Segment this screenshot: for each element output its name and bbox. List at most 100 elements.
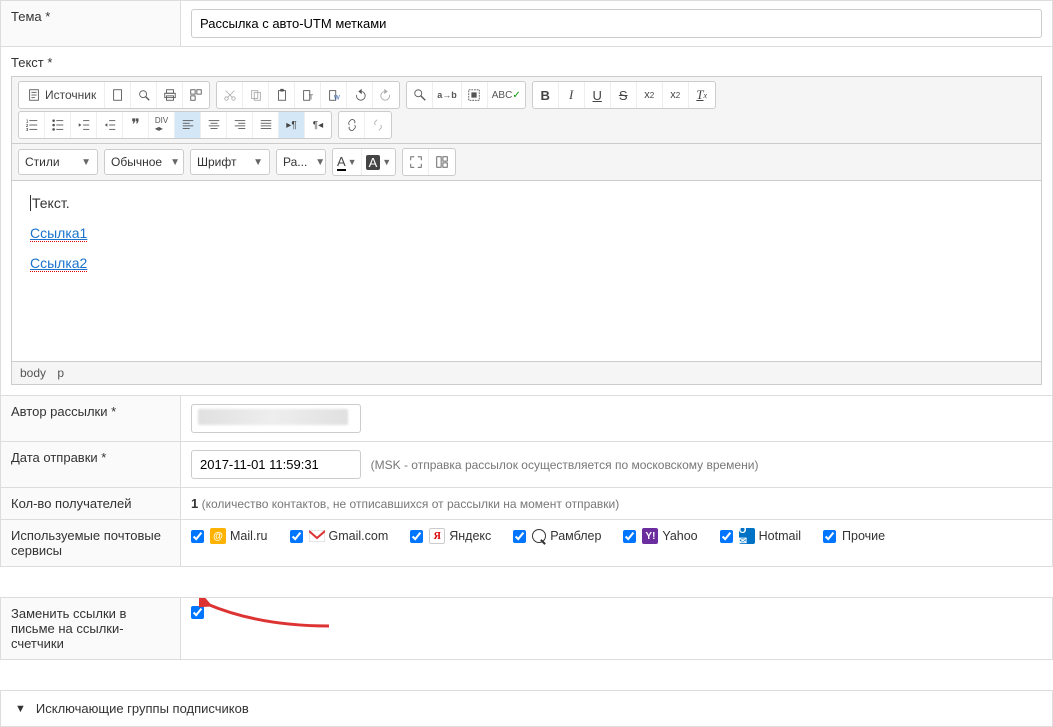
underline-button[interactable]: U	[585, 82, 611, 108]
subscript-button[interactable]: x2	[637, 82, 663, 108]
paste-word-button[interactable]: W	[321, 82, 347, 108]
copy-button[interactable]	[243, 82, 269, 108]
service-hotmail[interactable]: O✉Hotmail	[720, 528, 801, 544]
service-gmail[interactable]: Gmail.com	[290, 529, 389, 543]
bg-color-button[interactable]: A▼	[362, 149, 396, 175]
new-page-button[interactable]	[105, 82, 131, 108]
clipboard-word-icon: W	[327, 88, 341, 102]
font-dropdown[interactable]: Шрифт▼	[190, 149, 270, 175]
ol-icon: 123	[25, 118, 39, 132]
paste-button[interactable]	[269, 82, 295, 108]
align-justify-button[interactable]	[253, 112, 279, 138]
clipboard-text-icon: T	[301, 88, 315, 102]
indent-button[interactable]	[97, 112, 123, 138]
undo-button[interactable]	[347, 82, 373, 108]
bullet-list-button[interactable]	[45, 112, 71, 138]
div-button[interactable]: DIV◂▸	[149, 112, 175, 138]
service-yahoo-checkbox[interactable]	[623, 530, 636, 543]
mailru-icon: @	[210, 528, 226, 544]
remove-format-button[interactable]: Tx	[689, 82, 715, 108]
svg-text:3: 3	[25, 127, 28, 132]
print-button[interactable]	[157, 82, 183, 108]
yandex-icon: Я	[429, 528, 445, 544]
triangle-down-icon: ▼	[15, 703, 26, 715]
replace-button[interactable]: a→b	[433, 82, 462, 108]
editor-link-2[interactable]: Ссылка2	[30, 255, 87, 272]
service-rambler-checkbox[interactable]	[513, 530, 526, 543]
outdent-icon	[77, 118, 91, 132]
align-right-button[interactable]	[227, 112, 253, 138]
caret-icon: ▼	[307, 157, 325, 168]
replace-links-label: Заменить ссылки в письме на ссылки-счетч…	[1, 598, 181, 660]
service-hotmail-checkbox[interactable]	[720, 530, 733, 543]
styles-dropdown[interactable]: Стили▼	[18, 149, 98, 175]
align-center-button[interactable]	[201, 112, 227, 138]
service-other-checkbox[interactable]	[823, 530, 836, 543]
service-yandex[interactable]: ЯЯндекс	[410, 528, 491, 544]
copy-icon	[249, 88, 263, 102]
editor-link-1[interactable]: Ссылка1	[30, 225, 87, 242]
document-icon	[27, 88, 41, 102]
select-all-button[interactable]	[462, 82, 488, 108]
recipients-label: Кол-во получателей	[1, 488, 181, 520]
cut-button[interactable]	[217, 82, 243, 108]
annotation-arrow-icon	[199, 598, 339, 638]
subject-label: Тема *	[1, 1, 181, 47]
redo-button[interactable]	[373, 82, 399, 108]
caret-icon: ▼	[162, 157, 180, 168]
send-date-input[interactable]	[191, 450, 361, 479]
exclude-groups-accordion[interactable]: ▼ Исключающие группы подписчиков	[0, 690, 1053, 727]
find-button[interactable]	[407, 82, 433, 108]
align-left-button[interactable]	[175, 112, 201, 138]
size-dropdown[interactable]: Ра...▼	[276, 149, 326, 175]
service-yahoo[interactable]: Y!Yahoo	[623, 528, 697, 544]
strike-button[interactable]: S	[611, 82, 637, 108]
service-other[interactable]: Прочие	[823, 529, 885, 543]
exclude-groups-label: Исключающие группы подписчиков	[36, 701, 249, 716]
send-date-hint: (MSK - отправка рассылок осуществляется …	[371, 458, 759, 472]
bidi-rtl-button[interactable]: ¶◂	[305, 112, 331, 138]
preview-button[interactable]	[131, 82, 157, 108]
superscript-button[interactable]: x2	[663, 82, 689, 108]
author-label: Автор рассылки *	[1, 396, 181, 442]
author-value-masked	[198, 409, 348, 425]
bold-button[interactable]: B	[533, 82, 559, 108]
svg-text:W: W	[334, 94, 340, 101]
service-mailru[interactable]: @Mail.ru	[191, 528, 268, 544]
indent-icon	[103, 118, 117, 132]
subject-input[interactable]	[191, 9, 1042, 38]
align-left-icon	[181, 118, 195, 132]
blockquote-button[interactable]: ❞	[123, 112, 149, 138]
templates-button[interactable]	[183, 82, 209, 108]
path-body[interactable]: body	[20, 366, 46, 380]
editor-toolbar-row2: Стили▼ Обычное▼ Шрифт▼ Ра...▼ A▼ A▼	[12, 144, 1041, 181]
link-icon	[345, 118, 359, 132]
editor-content[interactable]: Текст. Ссылка1 Ссылка2	[12, 181, 1041, 361]
service-mailru-checkbox[interactable]	[191, 530, 204, 543]
magnifier-icon	[137, 88, 151, 102]
maximize-button[interactable]	[403, 149, 429, 175]
paste-text-button[interactable]: T	[295, 82, 321, 108]
printer-icon	[163, 88, 177, 102]
editor-path-bar: body p	[12, 361, 1041, 384]
service-rambler[interactable]: Рамблер	[513, 529, 601, 543]
service-gmail-checkbox[interactable]	[290, 530, 303, 543]
text-color-button[interactable]: A▼	[333, 149, 362, 175]
show-blocks-button[interactable]	[429, 149, 455, 175]
numbered-list-button[interactable]: 123	[19, 112, 45, 138]
unlink-button[interactable]	[365, 112, 391, 138]
italic-button[interactable]: I	[559, 82, 585, 108]
source-button[interactable]: Источник	[19, 82, 105, 108]
template-icon	[189, 88, 203, 102]
spellcheck-button[interactable]: ABC✓	[488, 82, 525, 108]
caret-icon: ▼	[73, 157, 91, 168]
scissors-icon	[223, 88, 237, 102]
link-button[interactable]	[339, 112, 365, 138]
path-p[interactable]: p	[57, 366, 64, 380]
redo-icon	[379, 88, 393, 102]
bidi-ltr-button[interactable]: ▸¶	[279, 112, 305, 138]
outdent-button[interactable]	[71, 112, 97, 138]
format-dropdown[interactable]: Обычное▼	[104, 149, 184, 175]
service-yandex-checkbox[interactable]	[410, 530, 423, 543]
select-all-icon	[467, 88, 481, 102]
